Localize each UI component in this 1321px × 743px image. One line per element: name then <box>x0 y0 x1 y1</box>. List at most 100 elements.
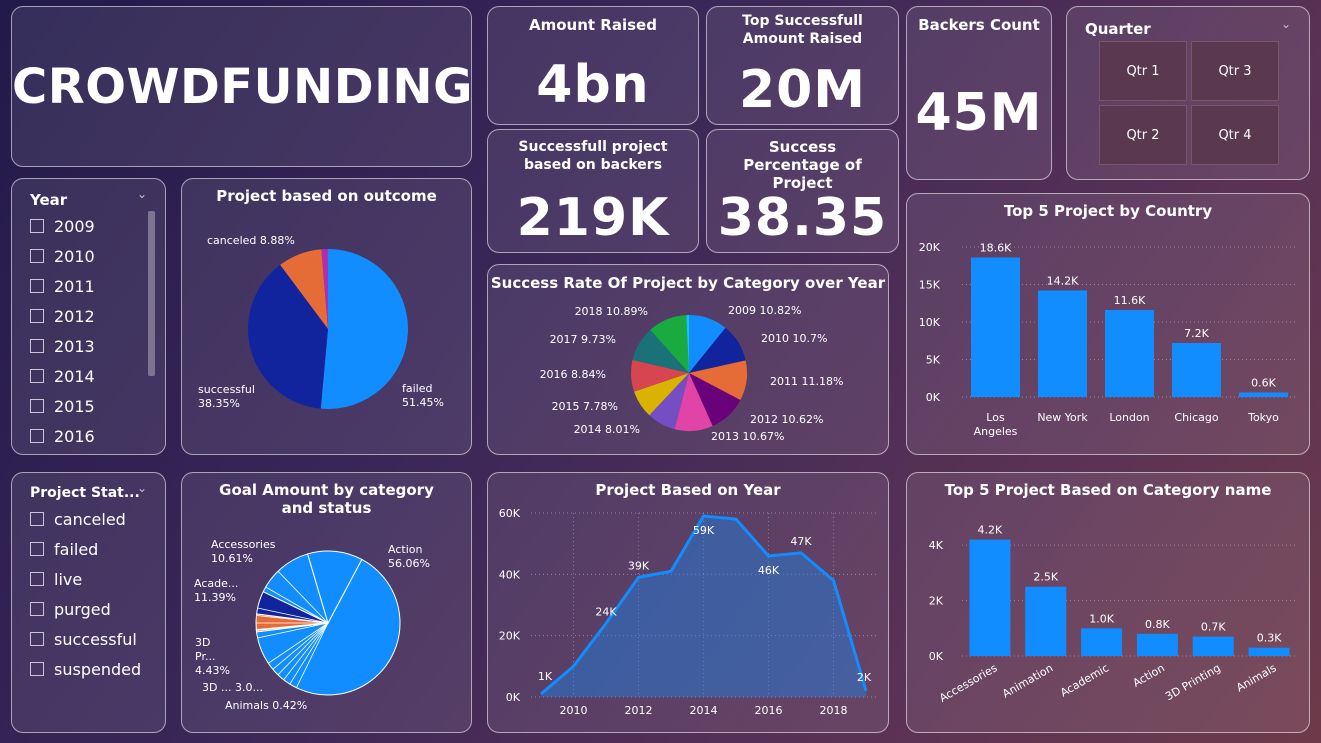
status-option[interactable]: purged <box>30 594 141 624</box>
kpi-success-percentage: Success Percentage of Project 38.35 <box>706 129 899 253</box>
quarter-tile[interactable]: Qtr 4 <box>1191 105 1279 165</box>
year-option-label: 2015 <box>54 396 95 416</box>
y-tick-label: 20K <box>919 241 941 254</box>
y-tick-label: 5K <box>926 354 941 367</box>
bar <box>1192 636 1234 656</box>
bar <box>1239 392 1288 397</box>
y-tick-label: 2K <box>929 595 944 608</box>
data-label: 2K <box>857 671 872 684</box>
checkbox-icon[interactable] <box>30 542 44 556</box>
checkbox-icon[interactable] <box>30 572 44 586</box>
year-option[interactable]: 2014 <box>30 361 95 391</box>
year-option-label: 2009 <box>54 216 95 236</box>
status-option-label: suspended <box>54 659 142 679</box>
data-label: 2014 8.01% <box>574 423 640 436</box>
data-label: 0.7K <box>1201 621 1226 634</box>
checkbox-icon[interactable] <box>30 662 44 676</box>
data-label: 1.0K <box>1089 612 1114 625</box>
year-option-label: 2016 <box>54 426 95 446</box>
country-bar-chart: 0K 5K 10K 15K 20K 18.6K Los Angeles 14.2K New Yor… <box>919 241 1297 438</box>
kpi-title: Success Percentage of Project <box>743 138 862 192</box>
checkbox-icon[interactable] <box>30 369 44 383</box>
x-tick-label: New York <box>1037 411 1088 424</box>
data-label: 7.2K <box>1184 327 1209 340</box>
year-option-label: 2010 <box>54 246 95 266</box>
year-option[interactable]: 2009 <box>30 211 95 241</box>
year-option[interactable]: 2015 <box>30 391 95 421</box>
x-tick-label: 2012 <box>625 704 653 717</box>
status-option[interactable]: suspended <box>30 654 141 684</box>
checkbox-icon[interactable] <box>30 279 44 293</box>
year-option[interactable]: 2013 <box>30 331 95 361</box>
data-label: 2.5K <box>1033 571 1058 584</box>
kpi-value: 45M <box>915 83 1043 143</box>
data-label: 0.8K <box>1145 618 1170 631</box>
x-tick-label: London <box>1109 411 1149 424</box>
data-label: 59K <box>693 524 715 537</box>
chevron-down-icon[interactable]: ⌄ <box>137 187 147 201</box>
bar <box>1172 343 1221 397</box>
data-label: 14.2K <box>1047 275 1079 288</box>
kpi-successful-backers: Successfull project based on backers 219… <box>487 129 699 253</box>
status-option-label: failed <box>54 539 99 559</box>
data-label: 3D ... 3.0... <box>202 681 263 694</box>
status-option[interactable]: canceled <box>30 504 141 534</box>
year-area-chart: 0K 20K 40K 60K 2010 2012 2014 2016 2018 1K 24K 39K 5… <box>499 507 876 717</box>
checkbox-icon[interactable] <box>30 429 44 443</box>
dashboard-title: CROWDFUNDING <box>12 59 472 115</box>
data-label: 24K <box>595 605 617 618</box>
quarter-tile[interactable]: Qtr 1 <box>1099 41 1187 101</box>
data-label: 2009 10.82% <box>728 304 801 317</box>
status-option[interactable]: failed <box>30 534 141 564</box>
kpi-title: Amount Raised <box>529 16 657 34</box>
x-tick-label: Animation <box>1000 661 1055 700</box>
checkbox-icon[interactable] <box>30 309 44 323</box>
y-tick-label: 60K <box>499 507 521 520</box>
y-tick-label: 0K <box>926 391 941 404</box>
status-option[interactable]: live <box>30 564 141 594</box>
bar <box>1038 290 1087 397</box>
status-option-label: successful <box>54 629 137 649</box>
x-tick-label: 3D Printing <box>1163 661 1223 703</box>
x-tick-label: Academic <box>1058 661 1111 699</box>
quarter-tile[interactable]: Qtr 2 <box>1099 105 1187 165</box>
data-label: 0.3K <box>1257 632 1282 645</box>
checkbox-icon[interactable] <box>30 399 44 413</box>
y-tick-label: 4K <box>929 539 944 552</box>
year-option[interactable]: 2011 <box>30 271 95 301</box>
y-tick-label: 0K <box>506 691 521 704</box>
data-label: Acade... 11.39% <box>194 577 238 604</box>
checkbox-icon[interactable] <box>30 339 44 353</box>
data-label: 47K <box>790 535 812 548</box>
chevron-down-icon[interactable]: ⌄ <box>1281 17 1291 31</box>
x-tick-label: 2010 <box>560 704 588 717</box>
quarter-tile[interactable]: Qtr 3 <box>1191 41 1279 101</box>
year-option[interactable]: 2016 <box>30 421 95 451</box>
year-list: 2009 2010 2011 2012 2013 2014 2015 2016 <box>30 211 95 451</box>
success-rate-pie-chart: 2009 10.82% 2010 10.7% 2011 11.18% 2012 10.… <box>540 304 844 443</box>
x-tick-label: Action <box>1131 661 1167 689</box>
x-tick-label: Tokyo <box>1247 411 1279 424</box>
chevron-down-icon[interactable]: ⌄ <box>137 481 147 495</box>
checkbox-icon[interactable] <box>30 512 44 526</box>
scrollbar[interactable] <box>148 211 155 376</box>
x-tick-label: 2014 <box>690 704 718 717</box>
x-tick-label: Accessories <box>937 661 1000 705</box>
status-option[interactable]: successful <box>30 624 141 654</box>
checkbox-icon[interactable] <box>30 219 44 233</box>
year-option[interactable]: 2012 <box>30 301 95 331</box>
x-tick-label: Chicago <box>1174 411 1218 424</box>
status-list: canceled failed live purged successful s… <box>30 504 141 684</box>
data-label: 11.6K <box>1114 294 1146 307</box>
checkbox-icon[interactable] <box>30 632 44 646</box>
kpi-value: 4bn <box>536 55 650 115</box>
checkbox-icon[interactable] <box>30 249 44 263</box>
kpi-amount-raised: Amount Raised 4bn <box>487 6 699 125</box>
checkbox-icon[interactable] <box>30 602 44 616</box>
bar <box>1136 633 1178 656</box>
year-area-card: Project Based on Year 0K 20K 40K 60K 2010 201… <box>487 472 889 733</box>
data-label: 1K <box>538 670 553 683</box>
year-option[interactable]: 2010 <box>30 241 95 271</box>
category-bar-chart: 0K 2K 4K 4.2K Accessories 2.5K Animation 1.0K Ac… <box>929 524 1297 705</box>
status-option-label: canceled <box>54 509 126 529</box>
